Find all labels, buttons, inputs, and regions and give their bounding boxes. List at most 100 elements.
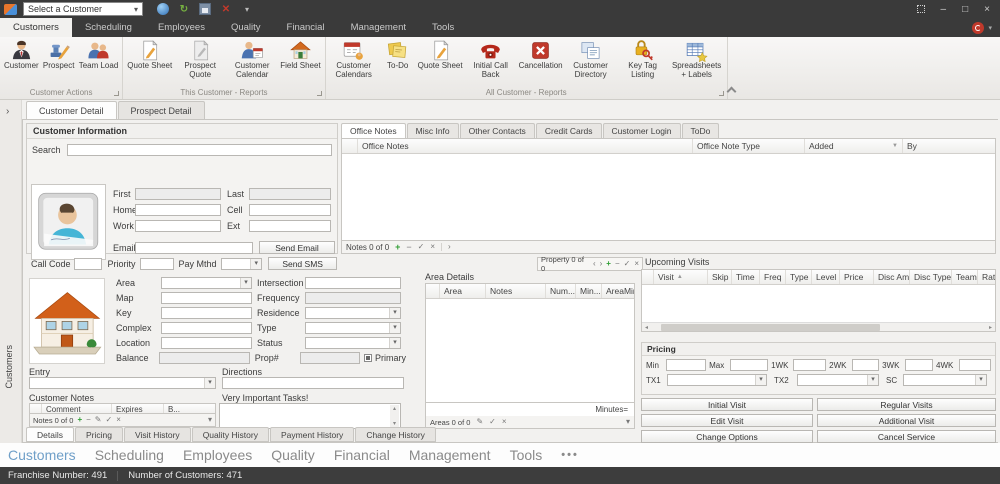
team-load-button[interactable]: Team Load — [77, 39, 121, 71]
ext-input[interactable] — [249, 220, 331, 232]
chevron-down-icon[interactable]: ▾ — [626, 418, 630, 426]
wk2-input[interactable] — [852, 359, 879, 371]
col-time[interactable]: Time — [732, 270, 760, 284]
complex-input[interactable] — [161, 322, 252, 334]
chevron-down-icon[interactable]: ▾ — [208, 416, 212, 424]
change-options-button[interactable]: Change Options — [641, 430, 813, 443]
col-by[interactable]: By — [903, 139, 995, 153]
area-details-grid-body[interactable] — [426, 299, 634, 402]
wk3-input[interactable] — [905, 359, 933, 371]
prop-number-input[interactable] — [300, 352, 360, 364]
horizontal-scrollbar[interactable]: ◂ ▸ — [642, 322, 995, 331]
customer-button[interactable]: Customer — [2, 39, 41, 71]
nav-financial[interactable]: Financial — [334, 447, 390, 463]
accept-icon[interactable]: ✓ — [489, 418, 496, 426]
col-type[interactable]: Type — [786, 270, 812, 284]
regular-visits-button[interactable]: Regular Visits — [817, 398, 996, 411]
key-input[interactable] — [161, 307, 252, 319]
tx2-select[interactable]: ▾ — [797, 374, 879, 386]
tab-customer-login[interactable]: Customer Login — [603, 123, 681, 138]
tab-prospect-detail[interactable]: Prospect Detail — [118, 101, 205, 119]
customer-directory-button[interactable]: Customer Directory — [565, 39, 617, 80]
cancel-icon[interactable]: × — [116, 416, 121, 424]
ribbon-tab-scheduling[interactable]: Scheduling — [72, 18, 145, 37]
dialog-launcher-icon[interactable] — [719, 91, 724, 96]
upcoming-visits-grid-body[interactable] — [642, 285, 995, 322]
col-added[interactable]: Added ▼ — [805, 139, 903, 153]
prospect-quote-button[interactable]: Prospect Quote — [174, 39, 226, 80]
last-input[interactable] — [249, 188, 331, 200]
scroll-up-icon[interactable]: ▴ — [393, 405, 396, 412]
toolbar-options-icon[interactable]: ▾ — [241, 3, 253, 15]
prospect-button[interactable]: Prospect — [41, 39, 77, 71]
customize-icon[interactable] — [917, 5, 925, 13]
frequency-input[interactable] — [305, 292, 401, 304]
nav-employees[interactable]: Employees — [183, 447, 252, 463]
search-input[interactable] — [67, 144, 332, 156]
property-photo[interactable] — [29, 278, 105, 364]
next-icon[interactable]: › — [600, 260, 603, 268]
accept-icon[interactable]: ✓ — [624, 260, 631, 268]
tab-pricing[interactable]: Pricing — [75, 427, 123, 442]
wk4-input[interactable] — [959, 359, 991, 371]
edit-icon[interactable]: ✎ — [95, 416, 102, 424]
remove-icon[interactable]: − — [406, 243, 411, 252]
priority-input[interactable] — [140, 258, 174, 270]
send-sms-button[interactable]: Send SMS — [268, 257, 337, 270]
col-notes[interactable]: Notes — [486, 284, 546, 298]
nav-tools[interactable]: Tools — [510, 447, 543, 463]
scrollbar-thumb[interactable] — [661, 324, 880, 331]
work-input[interactable] — [135, 220, 221, 232]
nav-more-icon[interactable]: ••• — [561, 449, 579, 461]
max-input[interactable] — [730, 359, 768, 371]
tab-credit-cards[interactable]: Credit Cards — [536, 123, 602, 138]
min-input[interactable] — [666, 359, 706, 371]
area-select[interactable]: ▾ — [161, 277, 252, 289]
scroll-right-icon[interactable]: ▸ — [986, 324, 995, 331]
type-select[interactable]: ▾ — [305, 322, 401, 334]
ribbon-tab-tools[interactable]: Tools — [419, 18, 467, 37]
call-code-input[interactable] — [74, 258, 102, 270]
col-price[interactable]: Price — [840, 270, 874, 284]
primary-checkbox[interactable] — [364, 354, 372, 362]
col-skip[interactable]: Skip — [708, 270, 732, 284]
col-office-note-type[interactable]: Office Note Type — [693, 139, 805, 153]
ribbon-tab-quality[interactable]: Quality — [218, 18, 274, 37]
additional-visit-button[interactable]: Additional Visit — [817, 414, 996, 427]
col-num[interactable]: Num... — [546, 284, 576, 298]
intersection-input[interactable] — [305, 277, 401, 289]
customer-photo[interactable] — [31, 184, 106, 260]
scroll-down-icon[interactable]: ▾ — [393, 420, 396, 427]
col-visit[interactable]: Visit▲ — [654, 270, 708, 284]
pay-mthd-select[interactable]: ▾ — [221, 258, 263, 270]
balance-input[interactable] — [159, 352, 250, 364]
navigate-icon[interactable] — [157, 3, 169, 15]
nav-scheduling[interactable]: Scheduling — [95, 447, 164, 463]
tab-details[interactable]: Details — [26, 427, 74, 442]
vit-textarea[interactable]: ▴ ▾ — [219, 403, 401, 429]
col-rate[interactable]: Rate — [978, 270, 995, 284]
cancel-icon[interactable]: × — [430, 243, 435, 251]
sc-select[interactable]: ▾ — [903, 374, 987, 386]
app-icon[interactable] — [4, 4, 17, 15]
col-min[interactable]: Min... — [576, 284, 602, 298]
tab-other-contacts[interactable]: Other Contacts — [460, 123, 535, 138]
tab-misc-info[interactable]: Misc Info — [407, 123, 459, 138]
tab-customer-detail[interactable]: Customer Detail — [26, 101, 117, 119]
col-disc-amt[interactable]: Disc Amt — [874, 270, 910, 284]
account-badge[interactable]: ▾ — [972, 18, 1000, 37]
ribbon-tab-customers[interactable]: Customers — [0, 18, 72, 37]
add-icon[interactable]: + — [395, 243, 400, 252]
scroll-left-icon[interactable]: ◂ — [642, 324, 651, 331]
col-team[interactable]: Team — [952, 270, 978, 284]
nav-customers[interactable]: Customers — [8, 447, 76, 463]
save-icon[interactable] — [199, 3, 211, 15]
tab-todo[interactable]: ToDo — [682, 123, 720, 138]
tab-change-history[interactable]: Change History — [355, 427, 436, 442]
previous-icon[interactable]: ‹ — [593, 260, 596, 268]
edit-icon[interactable]: ✎ — [476, 418, 483, 426]
quote-sheet-report-button[interactable]: Quote Sheet — [416, 39, 465, 71]
col-office-notes[interactable]: Office Notes — [358, 139, 693, 153]
field-sheet-button[interactable]: Field Sheet — [278, 39, 322, 71]
directions-input[interactable] — [222, 377, 404, 389]
